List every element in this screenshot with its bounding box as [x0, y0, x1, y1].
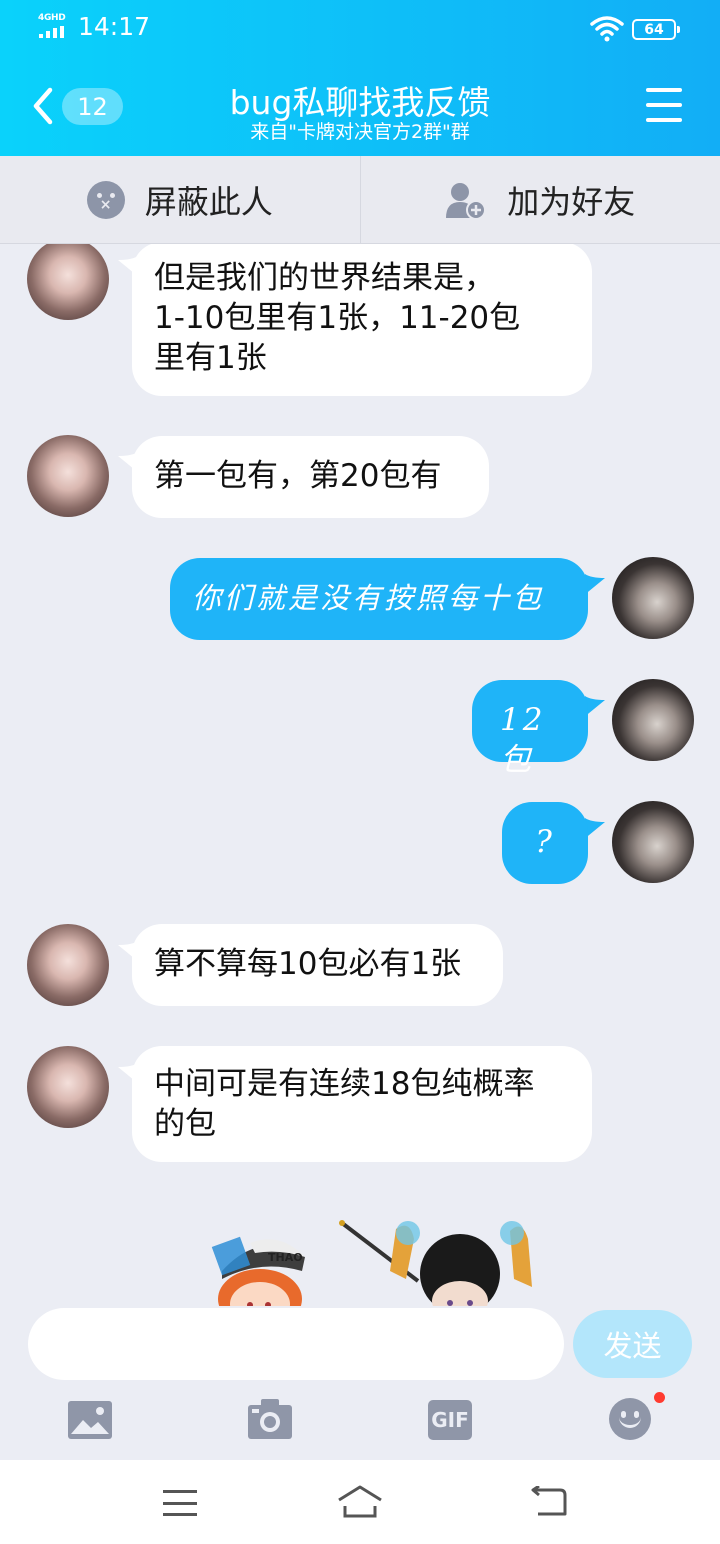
battery-level: 64: [644, 21, 664, 38]
recent-apps-icon[interactable]: [163, 1490, 197, 1516]
message-bubble[interactable]: 算不算每10包必有1张: [132, 924, 503, 1006]
home-icon[interactable]: [336, 1484, 384, 1520]
status-bar: 4GHD 14:17 64: [0, 0, 720, 56]
message-bubble[interactable]: 但是我们的世界结果是， 1-10包里有1张，11-20包 里有1张: [132, 244, 592, 396]
battery-icon: 64: [632, 19, 680, 40]
message-bubble[interactable]: 你们就是没有按照每十包: [170, 558, 588, 640]
contact-avatar[interactable]: [27, 244, 109, 320]
back-icon[interactable]: [530, 1486, 568, 1518]
block-user-button[interactable]: × 屏蔽此人: [0, 156, 360, 243]
message-bubble[interactable]: ?: [502, 802, 588, 884]
cellular-signal-icon: 4GHD: [38, 13, 72, 41]
sticker-image[interactable]: THAO: [210, 1219, 550, 1306]
send-button[interactable]: 发送: [573, 1310, 692, 1378]
block-icon: ×: [86, 180, 125, 219]
gif-icon[interactable]: GIF: [428, 1400, 472, 1440]
emoji-icon[interactable]: [609, 1398, 651, 1440]
message-bubble[interactable]: 中间可是有连续18包纯概率 的包: [132, 1046, 592, 1162]
input-bar: 发送 GIF: [0, 1306, 720, 1460]
back-arrow-icon[interactable]: [30, 86, 56, 126]
camera-icon[interactable]: [247, 1398, 293, 1440]
menu-icon[interactable]: [646, 88, 682, 122]
wifi-icon: [590, 16, 624, 42]
unread-count-badge[interactable]: 12: [62, 88, 123, 125]
notification-dot: [654, 1392, 665, 1403]
add-friend-label: 加为好友: [507, 182, 636, 221]
sticker-cap-text: THAO: [268, 1251, 303, 1264]
action-bar: × 屏蔽此人 加为好友: [0, 156, 720, 244]
add-friend-button[interactable]: 加为好友: [359, 156, 720, 243]
message-list[interactable]: 但是我们的世界结果是， 1-10包里有1张，11-20包 里有1张 第一包有，第…: [0, 244, 720, 1306]
message-bubble[interactable]: 12包: [472, 680, 588, 778]
message-bubble[interactable]: 第一包有，第20包有: [132, 436, 489, 518]
my-avatar[interactable]: [612, 679, 694, 761]
contact-avatar[interactable]: [27, 1046, 109, 1128]
block-user-label: 屏蔽此人: [144, 182, 273, 221]
message-input[interactable]: [28, 1308, 564, 1380]
system-nav-bar: [0, 1460, 720, 1544]
my-avatar[interactable]: [612, 801, 694, 883]
image-icon[interactable]: [67, 1400, 113, 1440]
unread-count: 12: [77, 92, 108, 121]
chat-header: 4GHD 14:17 64 12 bug私聊找我反馈 来自"卡牌对决官方2群"群: [0, 0, 720, 156]
chat-subtitle: 来自"卡牌对决官方2群"群: [250, 121, 470, 143]
network-type: 4GHD: [38, 13, 66, 23]
contact-avatar[interactable]: [27, 924, 109, 1006]
clock: 14:17: [78, 12, 151, 41]
contact-avatar[interactable]: [27, 435, 109, 517]
add-friend-icon: [446, 182, 487, 220]
my-avatar[interactable]: [612, 557, 694, 639]
